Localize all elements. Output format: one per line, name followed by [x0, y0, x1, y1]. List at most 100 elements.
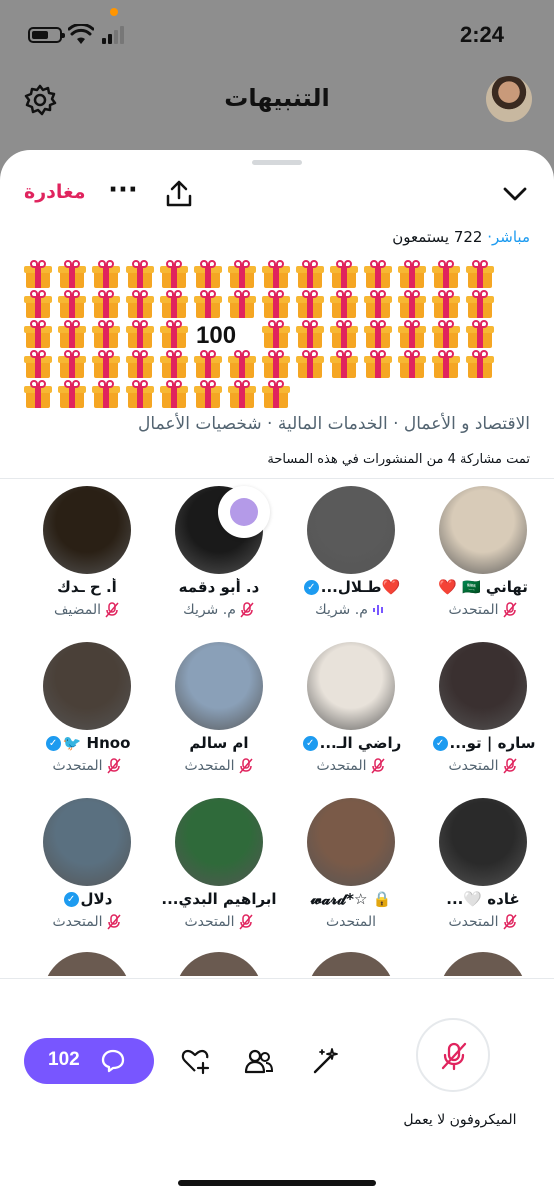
participant-name: راضي الـ...✓ [286, 734, 416, 752]
participant-name: د. أبو دقمه [178, 578, 260, 596]
verified-badge-icon: ✓ [45, 736, 61, 751]
chat-bubble-icon [101, 1049, 125, 1073]
participant-avatar[interactable] [307, 798, 395, 886]
participant[interactable]: 🔒 ☆*𝔀𝓪𝓻𝓭 المتحدث [286, 798, 416, 948]
heart-add-icon[interactable] [180, 1046, 210, 1076]
more-options-icon[interactable]: ··· [108, 175, 138, 211]
gift-icon [126, 380, 154, 408]
participant-role: م. شريك [154, 602, 284, 618]
participant-avatar[interactable] [307, 642, 395, 730]
participant-name: تهاني 🇸🇦 ❤️ [438, 578, 528, 596]
participant[interactable]: غاده 🤍... المتحدث [418, 798, 548, 948]
participant[interactable] [418, 952, 548, 976]
space-sheet: مغادرة ··· مباشر· 722 يستمعون 100 الاقتص… [0, 150, 554, 1200]
mic-off-icon [106, 758, 122, 774]
participant[interactable] [154, 952, 284, 976]
gift-icon [398, 350, 426, 378]
magic-wand-icon[interactable] [310, 1046, 340, 1076]
participant[interactable]: ابراهيم البدي... المتحدث [154, 798, 284, 948]
mic-off-icon [104, 602, 120, 618]
chevron-down-icon[interactable] [502, 181, 528, 207]
gift-icon [58, 290, 86, 318]
gift-icon [296, 350, 324, 378]
participant-name: ساره | تو...✓ [418, 734, 548, 752]
gift-icon [262, 260, 290, 288]
participant[interactable] [22, 952, 152, 976]
participant[interactable]: ❤️طـلال...✓ م. شريك [286, 486, 416, 636]
participant-avatar[interactable] [43, 952, 131, 976]
mic-off-icon [502, 914, 518, 930]
verified-badge-icon: ✓ [302, 736, 318, 751]
participant-avatar[interactable] [175, 798, 263, 886]
participant[interactable]: راضي الـ...✓ المتحدث [286, 642, 416, 792]
participant-avatar[interactable] [43, 486, 131, 574]
participant[interactable]: أ. ح ـدك المضيف [22, 486, 152, 636]
gift-icon [126, 260, 154, 288]
space-topics[interactable]: الاقتصاد و الأعمال · الخدمات المالية · ش… [138, 414, 530, 434]
share-icon[interactable] [164, 179, 194, 209]
mic-off-icon [239, 602, 255, 618]
gift-icon [432, 320, 460, 348]
participant-role: المتحدث [22, 758, 152, 774]
participant-role: المتحدث [154, 914, 284, 930]
gift-icon [364, 290, 392, 318]
participant-avatar[interactable] [307, 952, 395, 976]
profile-avatar[interactable] [486, 76, 532, 122]
participant-avatar[interactable] [439, 642, 527, 730]
microphone-button[interactable] [416, 1018, 490, 1092]
leave-button[interactable]: مغادرة [24, 181, 86, 203]
participant[interactable]: د. أبو دقمه م. شريك [154, 486, 284, 636]
participant-avatar[interactable] [439, 798, 527, 886]
participant-role: المتحدث [22, 914, 152, 930]
gift-icon [194, 290, 222, 318]
mic-off-icon [370, 758, 386, 774]
gift-icon [330, 350, 358, 378]
mic-off-icon [238, 914, 254, 930]
participant-name: ام سالم [189, 734, 249, 752]
participant-avatar[interactable] [175, 952, 263, 976]
gift-icon [466, 290, 494, 318]
listeners-line: مباشر· 722 يستمعون [392, 228, 530, 246]
home-indicator[interactable] [178, 1180, 376, 1186]
participant-avatar[interactable] [175, 642, 263, 730]
gift-icon [58, 350, 86, 378]
participant[interactable]: تهاني 🇸🇦 ❤️ المتحدث [418, 486, 548, 636]
gift-icon [296, 320, 324, 348]
gift-icon [194, 260, 222, 288]
gift-icon [194, 350, 222, 378]
gift-icon [228, 350, 256, 378]
battery-icon [28, 27, 65, 43]
participant-avatar[interactable] [43, 642, 131, 730]
notifications-header: التنبيهات [0, 72, 554, 132]
participant[interactable]: ساره | تو...✓ المتحدث [418, 642, 548, 792]
participant-role: المتحدث [418, 758, 548, 774]
gift-icon [160, 260, 188, 288]
participant[interactable]: ام سالم المتحدث [154, 642, 284, 792]
gift-icon [24, 320, 52, 348]
participant[interactable] [286, 952, 416, 976]
participant-avatar[interactable] [43, 798, 131, 886]
comments-button[interactable]: 102 [24, 1038, 154, 1084]
participant-name: أ. ح ـدك [57, 578, 117, 596]
gift-icon [330, 260, 358, 288]
verified-badge-icon: ✓ [303, 580, 319, 595]
participant-avatar[interactable] [307, 486, 395, 574]
gift-icon [92, 380, 120, 408]
shared-posts-note[interactable]: تمت مشاركة 4 من المنشورات في هذه المساحة [267, 452, 530, 467]
gift-icon [432, 290, 460, 318]
participant-avatar[interactable] [439, 486, 527, 574]
gift-icon [228, 260, 256, 288]
participant-role: المتحدث [418, 602, 548, 618]
participant[interactable]: دلال✓ المتحدث [22, 798, 152, 948]
participant-name: 🔒 ☆*𝔀𝓪𝓻𝓭 [310, 890, 392, 908]
participant-avatar[interactable] [439, 952, 527, 976]
sheet-grabber[interactable] [252, 160, 302, 165]
gift-icon [92, 350, 120, 378]
gift-icon [58, 380, 86, 408]
space-toolbar: مغادرة ··· [0, 175, 554, 215]
participant[interactable]: Hnoo 🐦✓ المتحدث [22, 642, 152, 792]
cellular-signal-icon [102, 26, 126, 44]
gift-icon [262, 380, 290, 408]
people-icon[interactable] [244, 1046, 274, 1076]
participant-name: غاده 🤍... [446, 890, 520, 908]
